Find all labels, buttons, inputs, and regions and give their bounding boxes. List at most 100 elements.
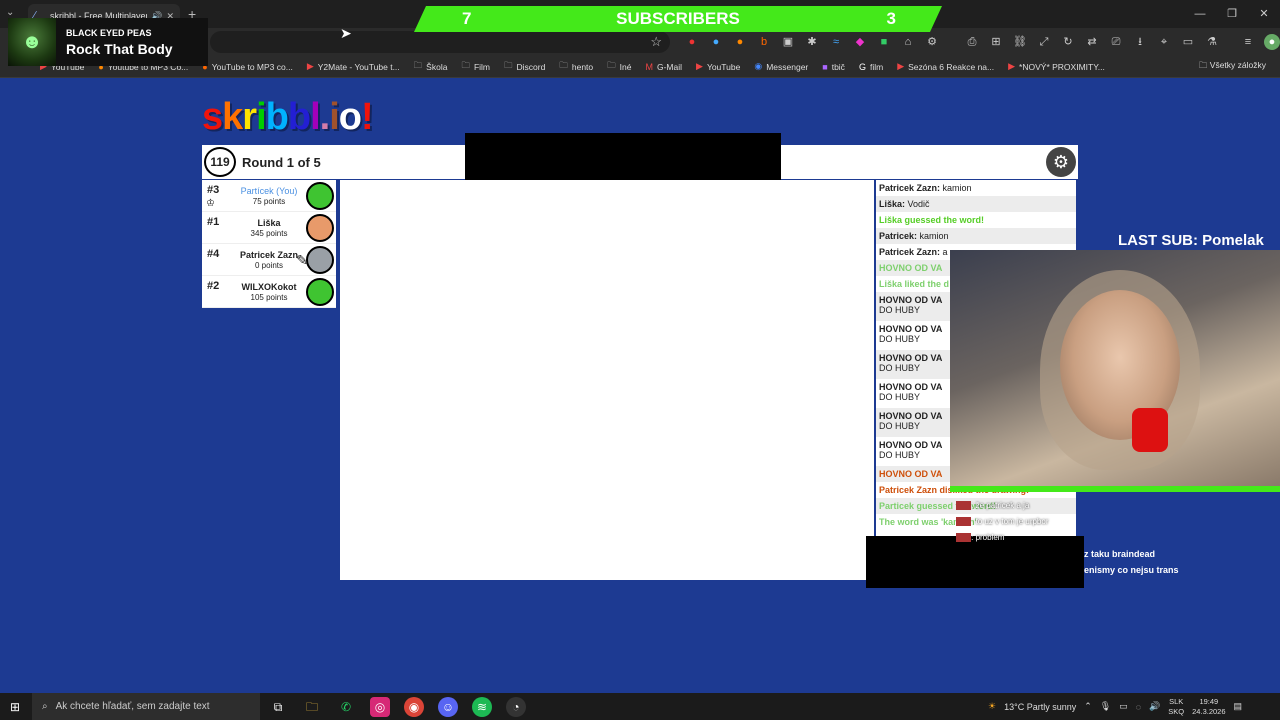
discord-icon[interactable]: ☺ [438,697,458,717]
microphone-tray-icon[interactable]: 🎙 [1100,701,1111,712]
bookmark-item[interactable]: 🗀 Iné [607,60,631,74]
bookmark-item[interactable]: ■ tbič [822,62,845,72]
obs-icon[interactable]: ◔ [506,697,526,717]
restore-button[interactable]: ❐ [1216,0,1248,28]
language-indicator[interactable]: SLK SKQ [1168,697,1184,717]
extension-icon[interactable]: ⌂ [900,34,916,50]
chat-author: Patricek Zazn: [879,247,941,257]
bookmark-label: Messenger [766,61,809,72]
file-explorer-icon[interactable]: 🗀 [302,697,322,717]
chat-text: kamion [919,231,949,241]
card-icon[interactable]: ▭ [1180,34,1196,50]
extension-icon[interactable]: ◆ [852,34,868,50]
address-bar[interactable]: ☆ [210,31,670,53]
microphone-icon [1132,408,1168,452]
chrome-icon[interactable]: ◉ [404,697,424,717]
extension-icon[interactable]: ● [684,34,700,50]
settings-gear-icon[interactable]: ⚙ [1046,147,1076,177]
weather-icon[interactable]: ☀ [988,701,996,712]
bookmark-item[interactable]: 🗀 Film [461,60,490,74]
clock[interactable]: 19:49 24.3.2026 [1192,697,1225,717]
bookmark-item[interactable]: ▶ YouTube [696,61,740,72]
extension-icon[interactable]: ≈ [828,34,844,50]
folder-icon: 🗀 [413,59,423,70]
now-playing-widget: ☻ BLACK EYED PEAS Rock That Body [8,18,208,66]
apps-icon[interactable]: ⊞ [988,34,1004,50]
close-window-button[interactable]: ✕ [1248,0,1280,28]
bookmark-item[interactable]: M G-Mail [645,62,682,72]
location-icon[interactable]: ⌖ [1156,34,1172,50]
extension-icon[interactable]: ● [732,34,748,50]
chat-text: a [942,247,948,257]
player-rank: #3 [207,184,220,196]
link-icon[interactable]: ⛓ [1012,34,1028,50]
stream-chat-text: : že patricek a ja [971,501,1030,510]
translate-icon[interactable]: ⇄ [1084,34,1100,50]
bookmark-item[interactable]: ▶ *NOVÝ* PROXIMITY... [1008,61,1105,72]
extension-icon[interactable]: ■ [876,34,892,50]
taskbar-search[interactable]: ⌕ Ak chcete hľadať, sem zadajte text [32,693,260,720]
subscriber-goal-bar: 7 SUBSCRIBERS 3 [414,6,942,32]
instagram-icon[interactable]: ◎ [370,697,390,717]
bookmark-item[interactable]: ▶ Sezóna 6 Reakce na... [897,61,994,72]
tab-search-icon[interactable]: ⌄ [6,7,14,18]
player-row[interactable]: #4 Patricek Zazn 0 points ✎ [202,244,336,276]
bookmark-label: Iné [619,61,632,72]
volume-icon[interactable]: 🔊 [1149,701,1160,712]
bookmark-label: YouTube [706,61,741,72]
drawing-canvas[interactable] [340,180,874,580]
player-points: 75 points [252,197,286,206]
network-icon[interactable]: ▭ [1119,701,1128,712]
extension-icon[interactable]: ▣ [780,34,796,50]
reading-list-icon[interactable]: ≡ [1240,34,1256,50]
print-icon[interactable]: ⎙ [964,34,980,50]
bookmark-item[interactable]: ▶ Y2Mate - YouTube t... [307,61,400,72]
player-row[interactable]: #2 WILXOKokot 105 points [202,276,336,308]
download-icon[interactable]: ⭳ [1132,34,1148,50]
whatsapp-icon[interactable]: ✆ [336,697,356,717]
chat-text: DO HUBY [879,450,921,460]
screenshot-icon[interactable]: ⤢ [1036,34,1052,50]
player-name: WILXOKokot [241,282,297,292]
player-rank: #2 [207,280,220,292]
lab-icon[interactable]: ⚗ [1204,34,1220,50]
bookmark-item[interactable]: 🗀 hento [559,60,593,74]
logo-letter: r [242,96,257,138]
bookmark-item[interactable]: 🗀 Škola [414,60,448,74]
tray-chevron-icon[interactable]: ⌃ [1084,701,1092,712]
extension-icon[interactable]: ✱ [804,34,820,50]
bookmark-item[interactable]: ◉ Messenger [754,61,808,72]
logo-letter: ! [360,96,374,138]
youtube-icon: ▶ [897,61,905,71]
weather-text[interactable]: 13°C Partly sunny [1004,702,1076,712]
extension-icon[interactable]: ● [708,34,724,50]
bookmark-label: hento [571,61,594,72]
cast-icon[interactable]: ⎚ [1108,34,1124,50]
task-view-icon[interactable]: ⧉ [268,697,288,717]
crown-icon: ♔ [206,198,215,209]
bookmark-item[interactable]: 🗀 Discord [504,60,545,74]
sub-goal-label: SUBSCRIBERS [616,9,740,28]
extensions-puzzle-icon[interactable]: ⚙ [924,34,940,50]
logo-letter: o [338,96,362,138]
bookmark-star-icon[interactable]: ☆ [650,34,662,50]
bookmark-item[interactable]: Gfilm [859,62,883,72]
windows-start-icon[interactable]: ⊞ [10,700,20,714]
bookmark-item[interactable]: ● YouTube to MP3 co... [202,62,293,72]
refresh-icon[interactable]: ↻ [1060,34,1076,50]
profile-avatar-icon[interactable]: ● [1264,34,1280,50]
player-row[interactable]: #1 Liška 345 points [202,212,336,244]
minimize-button[interactable]: — [1184,0,1216,28]
chat-text: DO HUBY [879,363,921,373]
player-row[interactable]: #3 ♔ Partícek (You) 75 points [202,180,336,212]
spotify-icon[interactable]: ≋ [472,697,492,717]
all-bookmarks-folder[interactable]: 🗀 Všetky záložky [1199,60,1266,74]
logo-letter: s [202,96,223,138]
extension-icon[interactable]: b [756,34,772,50]
chat-text: Vodič [907,199,930,209]
player-rank: #4 [207,248,220,260]
wifi-icon[interactable]: ◌ [1136,702,1141,712]
chat-username [956,517,972,526]
notifications-icon[interactable]: ▤ [1234,701,1243,712]
skribbl-logo[interactable]: skribbl.io! [202,96,374,139]
